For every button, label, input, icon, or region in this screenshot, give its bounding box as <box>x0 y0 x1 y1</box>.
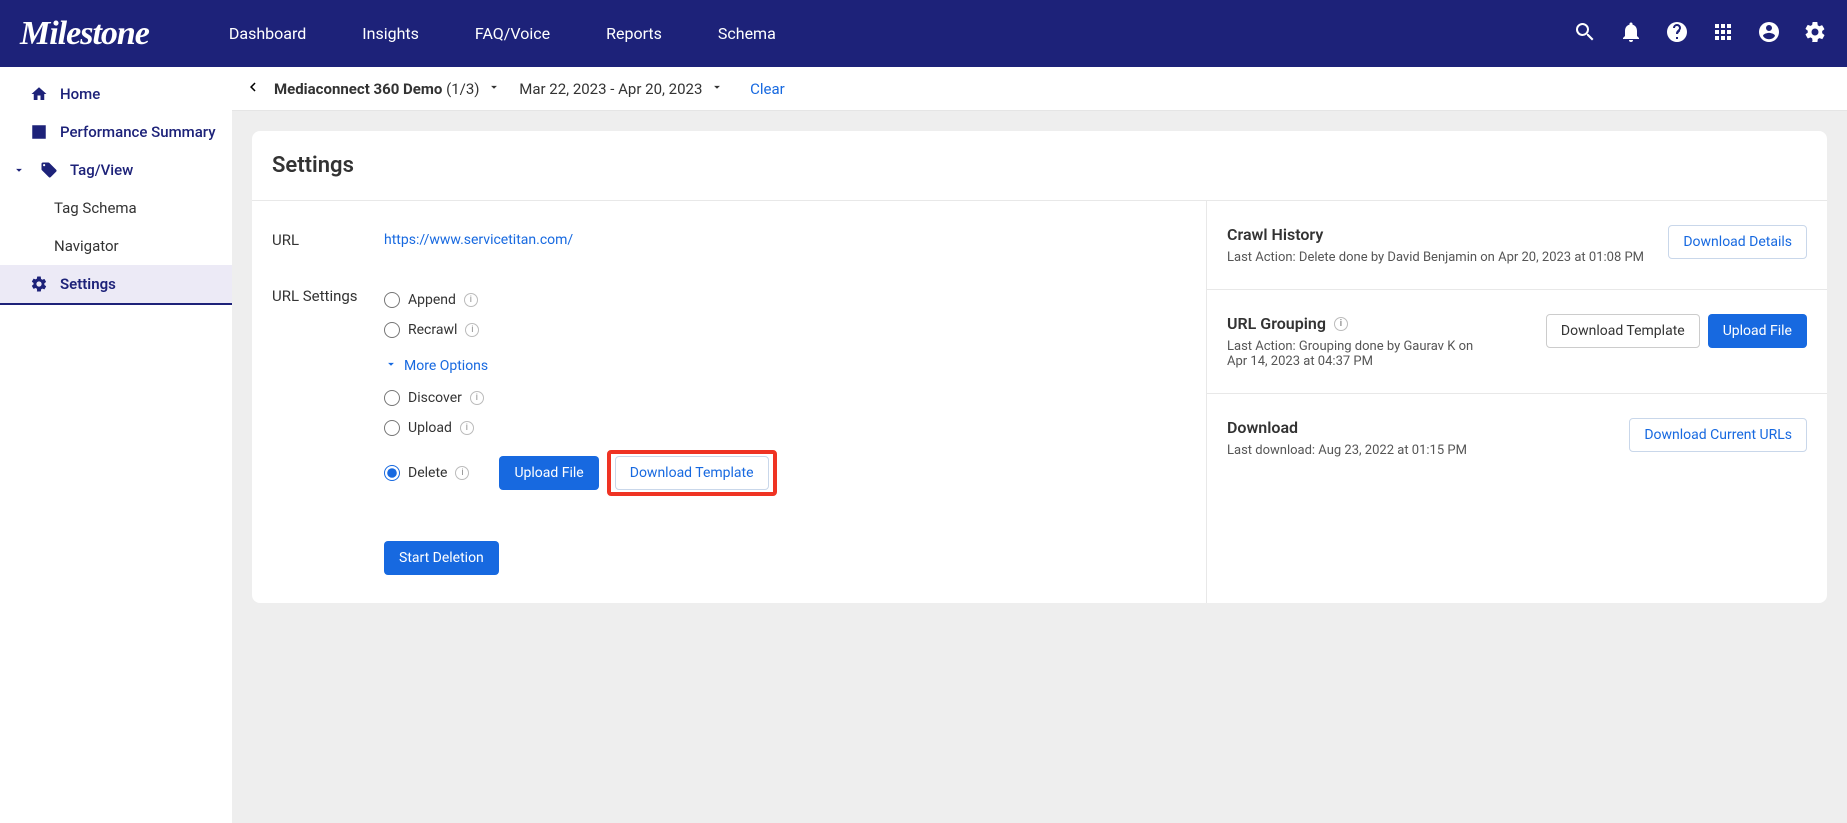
sidebar-label: Performance Summary <box>60 123 216 141</box>
sidebar-label: Settings <box>60 275 116 293</box>
nav-schema[interactable]: Schema <box>718 24 776 43</box>
upload-file-button[interactable]: Upload File <box>1708 314 1807 348</box>
settings-card: Settings URL https://www.servicetitan.co… <box>252 131 1827 603</box>
radio-label: Discover <box>408 390 462 406</box>
url-value-link[interactable]: https://www.servicetitan.com/ <box>384 232 573 248</box>
help-icon[interactable] <box>1665 20 1689 48</box>
radio-upload-input[interactable] <box>384 420 400 436</box>
back-button[interactable] <box>244 78 262 100</box>
radio-delete-row: Delete i Upload File Download Template <box>384 443 1186 503</box>
account-name: Mediaconnect 360 Demo <box>274 80 442 98</box>
date-range-picker[interactable]: Mar 22, 2023 - Apr 20, 2023 <box>519 80 724 98</box>
main: Mediaconnect 360 Demo (1/3) Mar 22, 2023… <box>232 67 1847 823</box>
more-options-toggle[interactable]: More Options <box>384 345 1186 383</box>
sidebar-item-tagschema[interactable]: Tag Schema <box>0 189 232 227</box>
info-icon[interactable]: i <box>470 391 484 405</box>
radio-discover[interactable]: Discover i <box>384 383 1186 413</box>
crawl-history-sub: Last Action: Delete done by David Benjam… <box>1227 250 1656 265</box>
radio-append-input[interactable] <box>384 292 400 308</box>
info-icon[interactable]: i <box>465 323 479 337</box>
account-icon[interactable] <box>1757 20 1781 48</box>
radio-label: Upload <box>408 420 452 436</box>
url-grouping-section: URL Grouping i Last Action: Grouping don… <box>1207 290 1827 394</box>
tag-icon <box>40 161 58 179</box>
nav-insights[interactable]: Insights <box>362 24 419 43</box>
sidebar: Home Performance Summary Tag/View Tag Sc… <box>0 67 232 823</box>
download-title: Download <box>1227 418 1617 437</box>
sidebar-item-performance[interactable]: Performance Summary <box>0 113 232 151</box>
nav-dashboard[interactable]: Dashboard <box>229 24 306 43</box>
radio-upload[interactable]: Upload i <box>384 413 1186 443</box>
download-template-button[interactable]: Download Template <box>1546 314 1700 348</box>
page-title: Settings <box>252 131 1827 201</box>
sidebar-item-settings[interactable]: Settings <box>0 265 232 305</box>
sidebar-item-home[interactable]: Home <box>0 75 232 113</box>
date-range-text: Mar 22, 2023 - Apr 20, 2023 <box>519 80 702 98</box>
sidebar-label: Home <box>60 85 100 103</box>
url-settings-panel: URL https://www.servicetitan.com/ URL Se… <box>252 201 1207 603</box>
sub-header: Mediaconnect 360 Demo (1/3) Mar 22, 2023… <box>232 67 1847 111</box>
crawl-history-title: Crawl History <box>1227 225 1656 244</box>
url-grouping-sub: Last Action: Grouping done by Gaurav K o… <box>1227 339 1487 369</box>
nav-reports[interactable]: Reports <box>606 24 662 43</box>
home-icon <box>30 85 48 103</box>
download-details-button[interactable]: Download Details <box>1668 225 1807 259</box>
radio-recrawl-input[interactable] <box>384 322 400 338</box>
info-icon[interactable]: i <box>464 293 478 307</box>
chevron-down-icon <box>384 357 398 375</box>
account-count: (1/3) <box>446 80 479 98</box>
radio-discover-input[interactable] <box>384 390 400 406</box>
radio-recrawl[interactable]: Recrawl i <box>384 315 1186 345</box>
radio-delete-input[interactable] <box>384 465 400 481</box>
download-current-urls-button[interactable]: Download Current URLs <box>1629 418 1807 452</box>
notifications-icon[interactable] <box>1619 20 1643 48</box>
upload-file-button[interactable]: Upload File <box>499 456 598 490</box>
url-label: URL <box>272 229 384 249</box>
chevron-down-icon <box>487 80 501 94</box>
download-sub: Last download: Aug 23, 2022 at 01:15 PM <box>1227 443 1617 458</box>
account-selector[interactable]: Mediaconnect 360 Demo (1/3) <box>274 80 501 98</box>
header-actions <box>1573 20 1827 48</box>
chevron-down-icon <box>10 161 28 179</box>
url-settings-label: URL Settings <box>272 285 384 575</box>
sidebar-item-tagview[interactable]: Tag/View <box>0 151 232 189</box>
more-options-label: More Options <box>404 358 488 374</box>
apps-icon[interactable] <box>1711 20 1735 48</box>
download-template-button[interactable]: Download Template <box>615 456 769 490</box>
crawl-history-section: Crawl History Last Action: Delete done b… <box>1207 201 1827 290</box>
sidebar-item-navigator[interactable]: Navigator <box>0 227 232 265</box>
gear-icon <box>30 275 48 293</box>
start-deletion-button[interactable]: Start Deletion <box>384 541 499 575</box>
radio-append[interactable]: Append i <box>384 285 1186 315</box>
radio-label: Recrawl <box>408 322 457 338</box>
radio-label: Delete <box>408 465 447 481</box>
highlight-annotation: Download Template <box>607 450 777 496</box>
settings-icon[interactable] <box>1803 20 1827 48</box>
search-icon[interactable] <box>1573 20 1597 48</box>
url-grouping-title: URL Grouping <box>1227 314 1326 333</box>
right-panel: Crawl History Last Action: Delete done b… <box>1207 201 1827 603</box>
nav-faq-voice[interactable]: FAQ/Voice <box>475 24 550 43</box>
download-section: Download Last download: Aug 23, 2022 at … <box>1207 394 1827 482</box>
info-icon[interactable]: i <box>460 421 474 435</box>
sidebar-label: Tag/View <box>70 161 133 179</box>
info-icon[interactable]: i <box>455 466 469 480</box>
top-nav: Dashboard Insights FAQ/Voice Reports Sch… <box>229 24 1573 43</box>
clear-button[interactable]: Clear <box>750 80 785 98</box>
brand-logo: Milestone <box>20 15 149 53</box>
top-bar: Milestone Dashboard Insights FAQ/Voice R… <box>0 0 1847 67</box>
info-icon[interactable]: i <box>1334 317 1348 331</box>
radio-label: Append <box>408 292 456 308</box>
chevron-down-icon <box>710 80 724 94</box>
chart-icon <box>30 123 48 141</box>
